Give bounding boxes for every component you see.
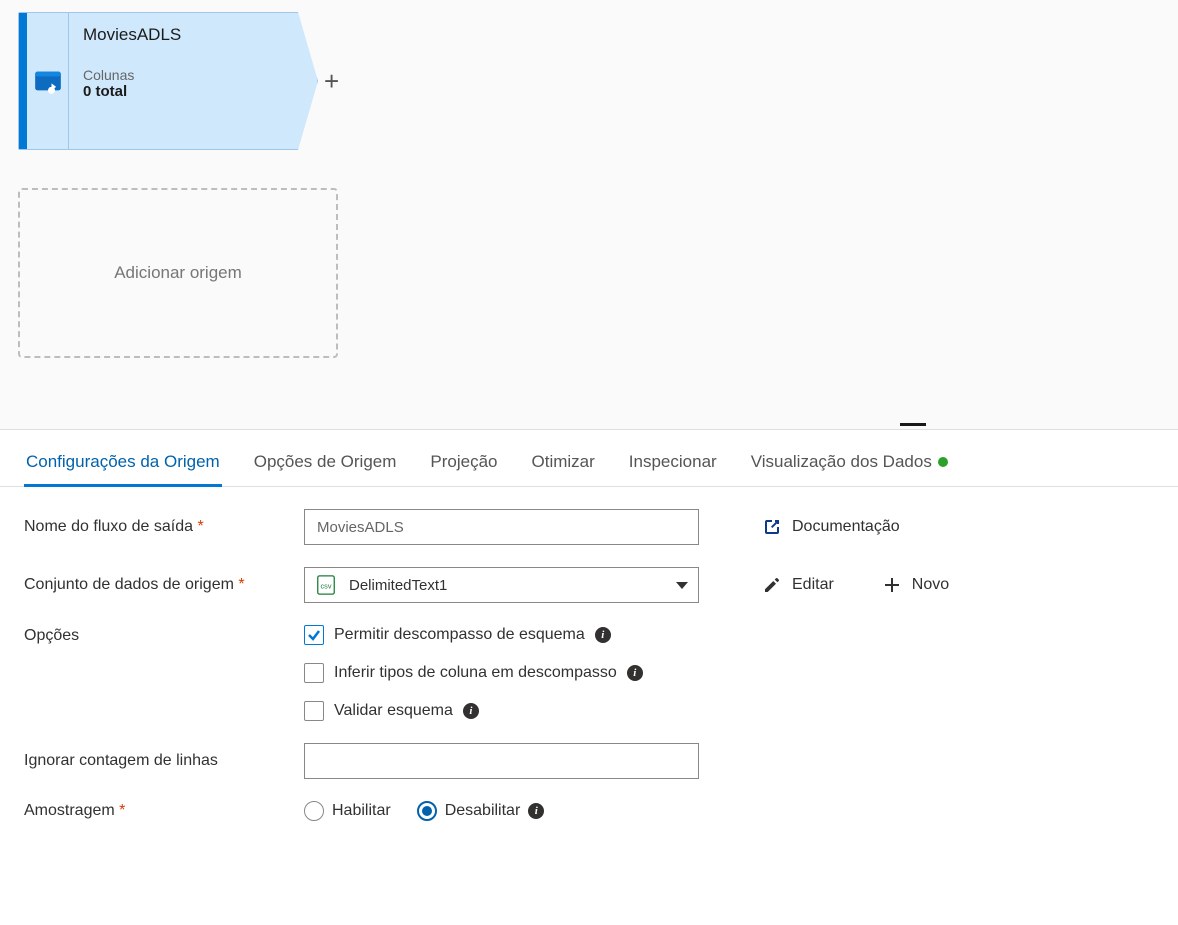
source-node[interactable]: MoviesADLS Colunas 0 total <box>18 12 318 150</box>
info-icon[interactable]: i <box>528 803 544 819</box>
info-icon[interactable]: i <box>595 627 611 643</box>
checkmark-icon <box>307 628 321 642</box>
label-sampling-enable: Habilitar <box>332 802 391 820</box>
tab-optimize[interactable]: Otimizar <box>530 444 597 486</box>
tab-projection[interactable]: Projeção <box>428 444 499 486</box>
label-validate-schema: Validar esquema <box>334 702 453 720</box>
add-source-label: Adicionar origem <box>114 263 242 283</box>
label-sampling: Amostragem <box>24 802 304 820</box>
panel-resize-handle[interactable] <box>900 423 926 429</box>
node-drag-handle[interactable] <box>19 13 27 149</box>
tab-source-settings[interactable]: Configurações da Origem <box>24 444 222 486</box>
edit-dataset-button[interactable]: Editar <box>762 575 834 595</box>
dataflow-canvas: MoviesADLS Colunas 0 total + Adicionar o… <box>0 0 1178 430</box>
checkbox-schema-drift[interactable] <box>304 625 324 645</box>
csv-file-icon: csv <box>315 574 337 596</box>
label-source-dataset: Conjunto de dados de origem <box>24 576 304 594</box>
radio-sampling-disable[interactable] <box>417 801 437 821</box>
pencil-icon <box>762 575 782 595</box>
node-total: 0 total <box>83 83 181 100</box>
add-source-button[interactable]: Adicionar origem <box>18 188 338 358</box>
input-skip-lines[interactable] <box>304 743 699 779</box>
dropdown-source-dataset[interactable]: csv DelimitedText1 <box>304 567 699 603</box>
label-options: Opções <box>24 625 304 645</box>
config-panel: Configurações da Origem Opções de Origem… <box>0 430 1178 843</box>
label-output-stream: Nome do fluxo de saída <box>24 518 304 536</box>
label-skip-lines: Ignorar contagem de linhas <box>24 752 304 770</box>
dataset-selected: DelimitedText1 <box>349 577 447 594</box>
label-schema-drift: Permitir descompasso de esquema <box>334 626 585 644</box>
chevron-down-icon <box>676 582 688 589</box>
dataset-icon <box>34 67 62 95</box>
tab-data-preview[interactable]: Visualização dos Dados <box>749 444 950 486</box>
info-icon[interactable]: i <box>463 703 479 719</box>
radio-sampling-enable[interactable] <box>304 801 324 821</box>
external-link-icon <box>762 517 782 537</box>
new-dataset-button[interactable]: Novo <box>882 575 949 595</box>
node-icon-column <box>27 13 69 149</box>
input-output-stream[interactable] <box>304 509 699 545</box>
node-title: MoviesADLS <box>83 25 181 45</box>
tab-row: Configurações da Origem Opções de Origem… <box>0 436 1178 487</box>
documentation-link[interactable]: Documentação <box>762 517 900 537</box>
checkbox-infer-types[interactable] <box>304 663 324 683</box>
plus-icon <box>882 575 902 595</box>
node-columns-label: Colunas <box>83 67 181 83</box>
tab-inspect[interactable]: Inspecionar <box>627 444 719 486</box>
checkbox-validate-schema[interactable] <box>304 701 324 721</box>
label-sampling-disable: Desabilitar <box>445 802 521 820</box>
preview-status-dot <box>938 457 948 467</box>
info-icon[interactable]: i <box>627 665 643 681</box>
svg-text:csv: csv <box>321 582 332 591</box>
add-transform-button[interactable]: + <box>324 66 339 97</box>
label-infer-types: Inferir tipos de coluna em descompasso <box>334 664 617 682</box>
tab-source-options[interactable]: Opções de Origem <box>252 444 399 486</box>
form-area: Nome do fluxo de saída Documentação Conj… <box>0 487 1050 843</box>
